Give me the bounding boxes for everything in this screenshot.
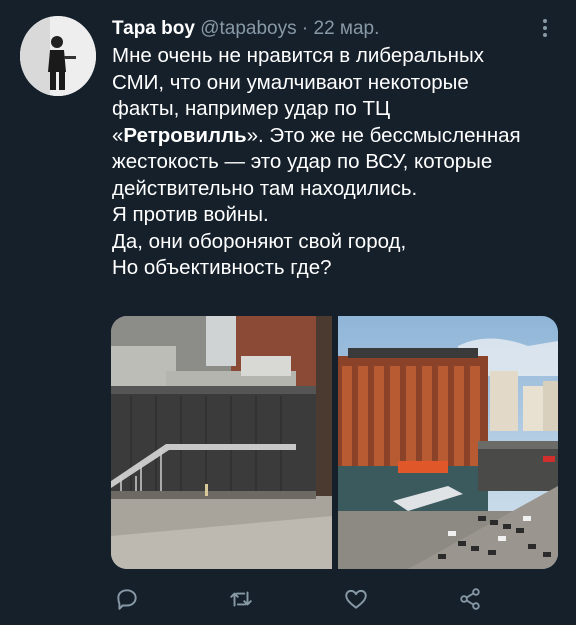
tweet-line: СМИ, что они умалчивают некоторые — [112, 70, 469, 94]
tweet-line: действительно там находились. — [112, 176, 418, 200]
author-handle[interactable]: @tapaboys — [200, 18, 296, 39]
mall-name: Ретровилль — [123, 123, 247, 147]
tweet-text: Мне очень не нравится в либеральных СМИ,… — [112, 43, 562, 282]
tweet-line: «Ретровилль». Это же не бессмысленная — [112, 123, 521, 147]
retweet-icon[interactable] — [228, 586, 254, 612]
separator-dot: · — [301, 18, 309, 39]
tweet-date[interactable]: 22 мар. — [314, 18, 380, 39]
photo-mall-front[interactable] — [338, 316, 558, 569]
tweet-line: Но объективность где? — [112, 256, 332, 279]
tweet-actions — [0, 586, 576, 614]
tweet-line: жестокость — это удар по ВСУ, которые — [112, 150, 493, 173]
tweet-header: Тара boy @tapaboys · 22 мар. — [112, 17, 379, 41]
share-icon[interactable] — [457, 586, 483, 612]
tweet-line: Мне очень не нравится в либеральных — [112, 44, 484, 67]
avatar-image — [20, 16, 96, 96]
reply-icon[interactable] — [114, 586, 140, 612]
tweet-line: факты, например удар по ТЦ — [112, 97, 391, 120]
like-icon[interactable] — [343, 586, 369, 612]
avatar[interactable] — [20, 16, 96, 96]
photo-building-back[interactable] — [111, 316, 332, 569]
author-name[interactable]: Тара boy — [112, 18, 195, 39]
more-options-icon[interactable] — [535, 14, 555, 42]
tweet-line: Я против войны. — [112, 203, 269, 226]
tweet-media — [111, 316, 558, 569]
tweet-line: Да, они обороняют свой город, — [112, 229, 407, 253]
